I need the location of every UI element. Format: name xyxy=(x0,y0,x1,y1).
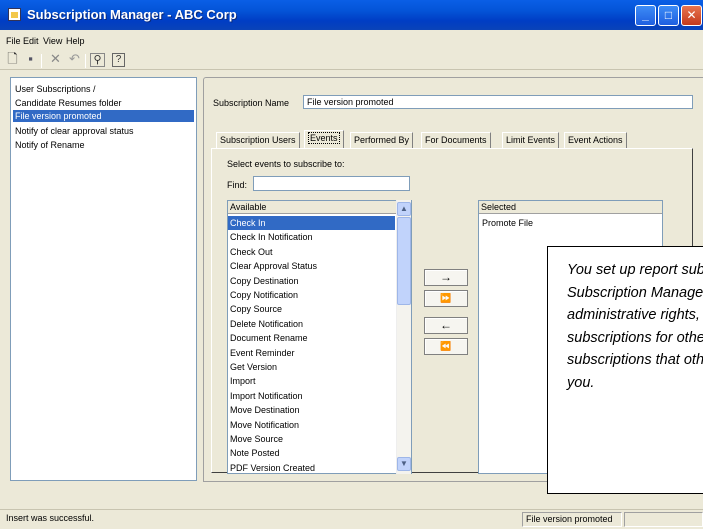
menu-help[interactable]: Help xyxy=(66,36,85,46)
remove-button[interactable]: ← xyxy=(424,317,468,334)
subscription-name-label: Subscription Name xyxy=(213,98,290,108)
available-item[interactable]: Import xyxy=(228,374,395,388)
available-item[interactable]: Copy Notification xyxy=(228,288,395,302)
tab-subscription-users[interactable]: Subscription Users xyxy=(216,132,300,148)
tab-events[interactable]: Events xyxy=(304,130,344,148)
help-icon[interactable]: ? xyxy=(112,53,125,67)
list-item[interactable]: Notify of Rename xyxy=(13,139,194,151)
available-item[interactable]: Check In Notification xyxy=(228,230,395,244)
menu-bar xyxy=(0,30,703,48)
menu-view[interactable]: View xyxy=(43,36,62,46)
toolbar-separator xyxy=(41,54,42,68)
available-item[interactable]: PDF Version Created xyxy=(228,461,395,473)
toolbar xyxy=(0,48,703,70)
list-item[interactable]: Candidate Resumes folder xyxy=(13,97,194,109)
available-item[interactable]: Import Notification xyxy=(228,389,395,403)
scroll-up-button[interactable]: ▲ xyxy=(397,202,411,216)
available-item[interactable]: Get Version xyxy=(228,360,395,374)
tab-limit-events[interactable]: Limit Events xyxy=(502,132,560,148)
status-message: Insert was successful. xyxy=(6,513,95,523)
minimize-button[interactable]: _ xyxy=(635,5,656,26)
status-extra xyxy=(624,512,703,527)
available-items: Check In Check In Notification Check Out Cl… xyxy=(227,215,396,473)
selected-header: Selected xyxy=(479,201,662,214)
remove-all-button[interactable]: ⏪ xyxy=(424,338,468,355)
tab-performed-by[interactable]: Performed By xyxy=(350,132,414,148)
tab-event-actions[interactable]: Event Actions xyxy=(564,132,627,148)
selected-item[interactable]: Promote File xyxy=(480,216,660,230)
available-item[interactable]: Delete Notification xyxy=(228,317,395,331)
available-item[interactable]: Copy Destination xyxy=(228,274,395,288)
maximize-button[interactable]: □ xyxy=(658,5,679,26)
callout-text: You set up report subscriptions in Subsc… xyxy=(567,262,703,391)
tab-for-documents[interactable]: For Documents xyxy=(421,132,491,148)
add-all-button[interactable]: ⏩ xyxy=(424,290,468,307)
delete-icon[interactable]: ✕ xyxy=(47,51,64,67)
list-item-selected[interactable]: File version promoted xyxy=(13,110,194,122)
available-header: Available xyxy=(228,201,396,214)
list-item[interactable]: Notify of clear approval status xyxy=(13,125,194,137)
status-current: File version promoted xyxy=(522,512,622,527)
app-icon xyxy=(8,8,21,21)
available-item[interactable]: Event Reminder xyxy=(228,346,395,360)
list-item[interactable]: User Subscriptions / xyxy=(13,83,194,95)
available-item[interactable]: Move Notification xyxy=(228,418,395,432)
available-item[interactable]: Note Posted xyxy=(228,446,395,460)
undo-icon[interactable]: ↶ xyxy=(66,51,83,67)
find-label: Find: xyxy=(227,180,248,190)
available-item[interactable]: Document Rename xyxy=(228,331,395,345)
scroll-thumb[interactable] xyxy=(397,217,411,305)
available-item[interactable]: Check Out xyxy=(228,245,395,259)
available-scrollbar[interactable]: ▲ ▼ xyxy=(396,200,411,474)
available-item-selected[interactable]: Check In xyxy=(228,216,395,231)
window-title: Subscription Manager - ABC Corp xyxy=(27,7,237,22)
available-item[interactable]: Copy Source xyxy=(228,302,395,316)
save-icon[interactable]: ▪ xyxy=(22,51,39,67)
scroll-down-button[interactable]: ▼ xyxy=(397,457,411,471)
toolbar-separator xyxy=(85,54,86,68)
available-item[interactable]: Move Source xyxy=(228,432,395,446)
subscription-list[interactable] xyxy=(10,77,197,481)
callout-note: You set up report subscriptions in Subsc… xyxy=(547,246,703,494)
available-item[interactable]: Clear Approval Status xyxy=(228,259,395,273)
menu-edit[interactable]: Edit xyxy=(23,36,39,46)
subscription-name-input[interactable]: File version promoted xyxy=(303,95,693,109)
close-button[interactable]: ✕ xyxy=(681,5,702,26)
events-instruction: Select events to subscribe to: xyxy=(227,159,345,169)
add-button[interactable]: → xyxy=(424,269,468,286)
available-item[interactable]: Move Destination xyxy=(228,403,395,417)
new-icon[interactable]: 🗋 xyxy=(4,51,21,67)
find-input[interactable] xyxy=(253,176,410,191)
menu-file[interactable]: File xyxy=(6,36,21,46)
find-icon[interactable]: ⚲ xyxy=(90,53,105,67)
